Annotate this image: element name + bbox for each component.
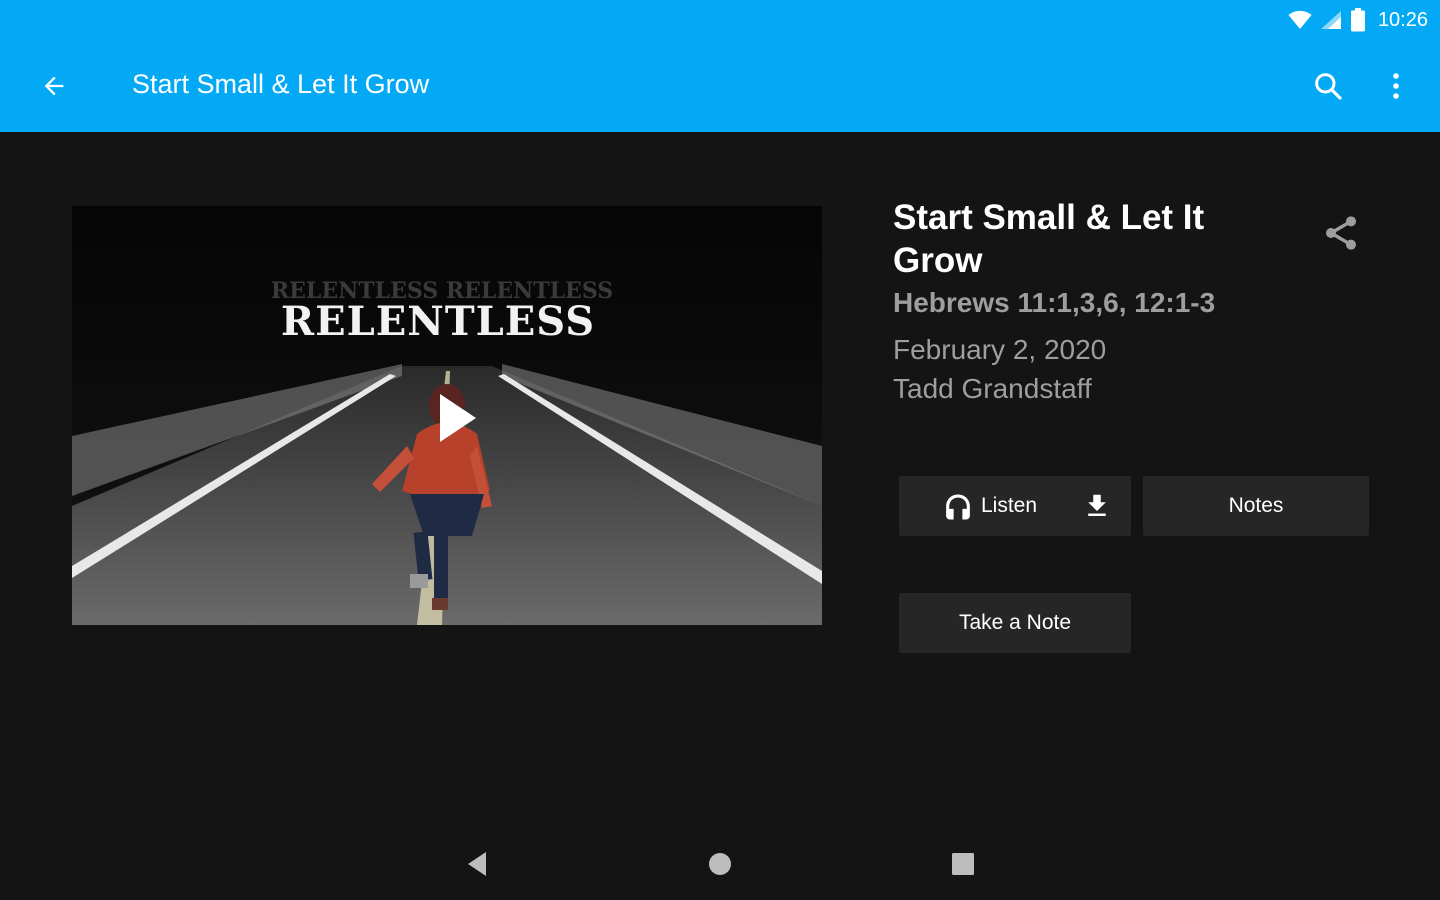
more-vert-icon <box>1393 73 1399 99</box>
battery-icon <box>1350 8 1365 32</box>
listen-label: Listen <box>981 494 1038 517</box>
nav-home-icon[interactable] <box>704 848 736 880</box>
video-title-text: RELENTLESS <box>280 298 596 345</box>
status-time: 10:26 <box>1377 8 1428 31</box>
play-button[interactable] <box>412 378 492 458</box>
signal-icon <box>1320 11 1341 29</box>
take-a-note-button[interactable]: Take a Note <box>899 593 1131 653</box>
sermon-date: February 2, 2020 <box>893 334 1107 365</box>
sermon-speaker: Tadd Grandstaff <box>893 373 1092 404</box>
more-options-button[interactable] <box>1374 64 1418 108</box>
search-button[interactable] <box>1306 64 1350 108</box>
share-icon <box>1326 216 1356 250</box>
nav-recents-icon[interactable] <box>947 848 979 880</box>
back-button[interactable] <box>34 66 74 106</box>
wifi-icon <box>1288 10 1312 29</box>
video-thumbnail[interactable]: RELENTLESS RELENTLESS RELENTLESS <box>72 206 822 625</box>
share-button[interactable] <box>1318 210 1364 256</box>
download-button[interactable] <box>1079 488 1115 524</box>
headphones-icon <box>946 494 970 520</box>
arrow-back-icon <box>44 76 64 96</box>
app-bar: 10:26 Start Small & Let It Grow <box>0 0 1440 132</box>
nav-back-icon[interactable] <box>462 848 494 880</box>
notes-button[interactable]: Notes <box>1143 476 1369 536</box>
sermon-scripture: Hebrews 11:1,3,6, 12:1-3 <box>893 287 1216 318</box>
toolbar: Start Small & Let It Grow <box>0 40 1440 132</box>
sermon-title: Start Small & Let It Grow <box>893 198 1205 280</box>
download-icon <box>1088 494 1106 516</box>
play-icon <box>440 394 476 442</box>
system-nav-bar <box>0 828 1440 900</box>
toolbar-title: Start Small & Let It Grow <box>132 69 430 99</box>
listen-button[interactable]: Listen <box>899 476 1131 536</box>
status-bar: 10:26 <box>1288 6 1428 34</box>
search-icon <box>1315 73 1342 100</box>
